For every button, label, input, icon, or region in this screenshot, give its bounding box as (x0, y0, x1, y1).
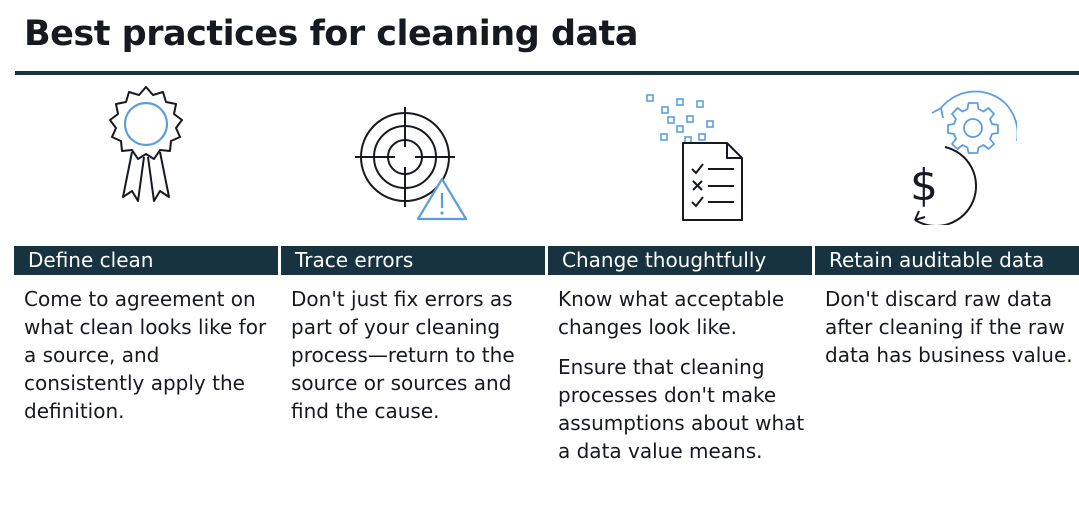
practice-paragraph: Come to agreement on what clean looks li… (24, 287, 267, 423)
svg-text:$: $ (910, 160, 938, 211)
practice-card-retain-auditable-data: $ Retain auditable data Don't discard ra… (815, 75, 1079, 514)
checklist-document-icon (548, 85, 812, 235)
practice-paragraph: Don't just fix errors as part of your cl… (291, 287, 515, 423)
practice-heading: Change thoughtfully (548, 246, 812, 275)
practice-description: Don't discard raw data after cleaning if… (825, 285, 1075, 381)
practice-description: Know what acceptable changes look like. … (558, 285, 808, 477)
practice-card-change-thoughtfully: Change thoughtfully Know what acceptable… (548, 75, 812, 514)
award-ribbon-icon (14, 85, 278, 235)
practice-description: Come to agreement on what clean looks li… (24, 285, 274, 437)
target-warning-icon (281, 85, 545, 235)
practice-paragraph: Don't discard raw data after cleaning if… (825, 287, 1073, 367)
practice-heading: Retain auditable data (815, 246, 1079, 275)
dollar-gear-cycle-icon: $ (815, 85, 1079, 235)
page-title: Best practices for cleaning data (24, 14, 638, 54)
practice-description: Don't just fix errors as part of your cl… (291, 285, 541, 437)
practice-card-define-clean: Define clean Come to agreement on what c… (14, 75, 278, 514)
practice-paragraph: Know what acceptable changes look like. (558, 287, 785, 339)
practice-card-trace-errors: Trace errors Don't just fix errors as pa… (281, 75, 545, 514)
practice-paragraph: Ensure that cleaning processes don't mak… (558, 355, 805, 463)
practice-heading: Trace errors (281, 246, 545, 275)
practice-heading: Define clean (14, 246, 278, 275)
